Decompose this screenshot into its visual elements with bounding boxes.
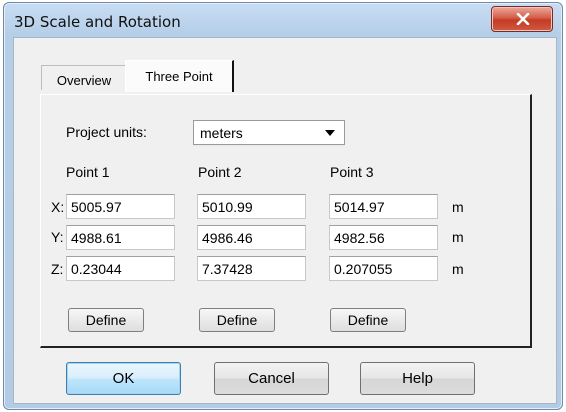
point-1-x-field[interactable]: 5005.97: [66, 194, 175, 219]
point-2-x-field[interactable]: 5010.99: [197, 194, 306, 219]
point-3-y-field[interactable]: 4982.56: [329, 225, 438, 250]
help-button[interactable]: Help: [360, 362, 475, 395]
close-button[interactable]: [491, 6, 553, 32]
x-row-label: X:: [51, 199, 65, 215]
title-bar[interactable]: 3D Scale and Rotation: [4, 3, 562, 37]
dropdown-arrow-icon: [325, 130, 335, 136]
project-units-value: meters: [200, 125, 243, 141]
tab-overview[interactable]: Overview: [41, 65, 127, 90]
define-point-1-button[interactable]: Define: [68, 308, 144, 332]
y-row-label: Y:: [51, 229, 64, 245]
point-3-header: Point 3: [330, 164, 374, 180]
dialog-window: 3D Scale and Rotation Overview Three Poi…: [3, 2, 563, 410]
point-2-y-field[interactable]: 4986.46: [197, 225, 306, 250]
point-1-y-field[interactable]: 4988.61: [66, 225, 175, 250]
define-point-2-button[interactable]: Define: [199, 308, 275, 332]
point-1-z-field[interactable]: 0.23044: [66, 256, 175, 281]
y-unit-label: m: [452, 229, 464, 245]
point-3-x-field[interactable]: 5014.97: [329, 194, 438, 219]
cancel-button[interactable]: Cancel: [214, 362, 329, 395]
x-unit-label: m: [452, 199, 464, 215]
define-point-3-button[interactable]: Define: [330, 308, 406, 332]
dialog-client-area: Overview Three Point Project units: mete…: [13, 37, 557, 404]
tab-three-point[interactable]: Three Point: [125, 60, 234, 92]
project-units-select[interactable]: meters: [193, 120, 345, 145]
z-row-label: Z:: [51, 261, 64, 277]
point-1-header: Point 1: [66, 164, 110, 180]
point-2-z-field[interactable]: 7.37428: [197, 256, 306, 281]
close-icon: [516, 13, 530, 25]
z-unit-label: m: [452, 261, 464, 277]
window-title: 3D Scale and Rotation: [14, 13, 181, 31]
point-3-z-field[interactable]: 0.207055: [329, 256, 438, 281]
project-units-label: Project units:: [66, 124, 147, 140]
ok-button[interactable]: OK: [66, 362, 181, 395]
point-2-header: Point 2: [198, 164, 242, 180]
